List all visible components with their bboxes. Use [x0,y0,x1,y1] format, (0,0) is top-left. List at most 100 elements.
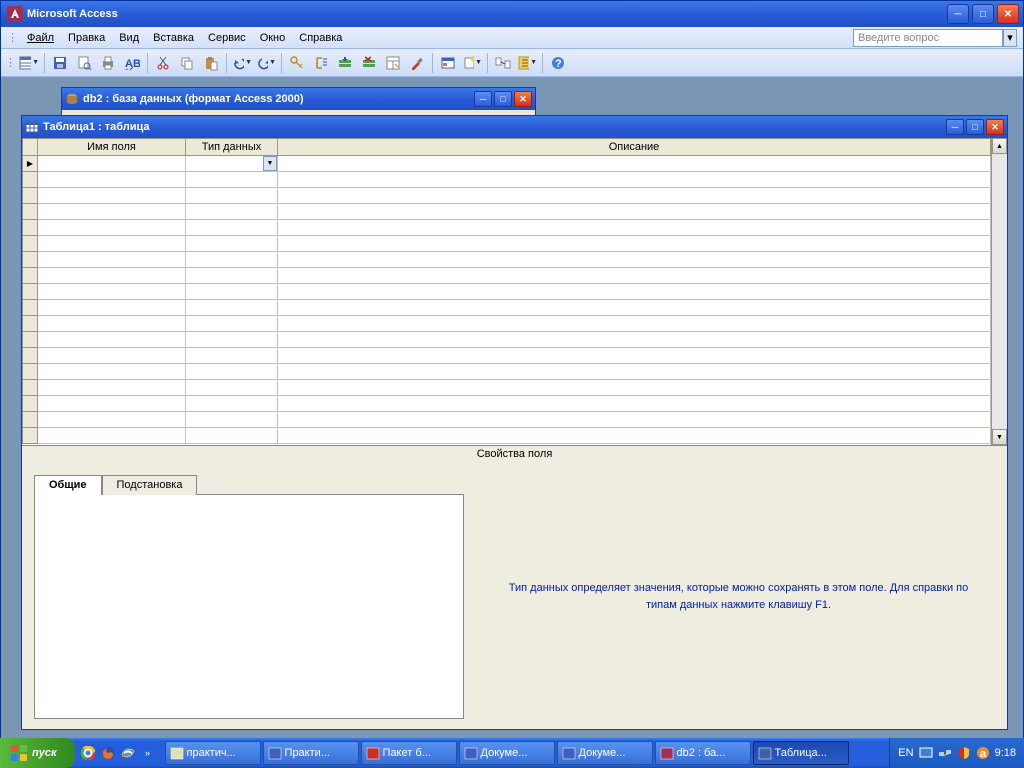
delete-rows-icon[interactable] [358,52,380,74]
cell-data-type[interactable] [186,188,278,204]
menu-file[interactable]: Файл [20,30,61,46]
row-selector[interactable] [22,188,38,204]
row-selector[interactable] [22,428,38,444]
col-header-description[interactable]: Описание [278,138,991,156]
print-icon[interactable] [97,52,119,74]
cell-field-name[interactable] [38,188,186,204]
grid-row[interactable] [22,252,991,268]
database-window-icon[interactable] [437,52,459,74]
grid-row[interactable] [22,172,991,188]
row-selector[interactable] [22,220,38,236]
menu-edit[interactable]: Правка [61,30,112,46]
cell-data-type[interactable] [186,300,278,316]
col-header-data-type[interactable]: Тип данных [186,138,278,156]
cell-field-name[interactable] [38,380,186,396]
grid-row[interactable] [22,364,991,380]
indexes-icon[interactable] [310,52,332,74]
ql-chrome-icon[interactable] [79,742,97,764]
db-minimize-button[interactable]: ─ [474,91,492,107]
autoform-icon[interactable]: ▼ [516,52,538,74]
cell-description[interactable] [278,300,991,316]
cell-description[interactable] [278,236,991,252]
taskbar-task[interactable]: Докуме... [557,741,653,765]
cell-field-name[interactable] [38,284,186,300]
grid-row[interactable] [22,188,991,204]
scroll-up-icon[interactable]: ▲ [992,138,1007,154]
row-selector[interactable] [22,252,38,268]
cell-description[interactable] [278,268,991,284]
table-maximize-button[interactable]: □ [966,119,984,135]
grid-row[interactable]: ▼ [22,156,991,172]
scroll-down-icon[interactable]: ▼ [992,429,1007,445]
cell-data-type[interactable] [186,428,278,444]
build-icon[interactable] [406,52,428,74]
grid-row[interactable] [22,316,991,332]
cell-field-name[interactable] [38,172,186,188]
save-icon[interactable] [49,52,71,74]
tray-shield-icon[interactable] [957,746,971,760]
cell-data-type[interactable] [186,332,278,348]
relationships-icon[interactable] [492,52,514,74]
grid-row[interactable] [22,236,991,252]
row-selector[interactable] [22,156,38,172]
cell-description[interactable] [278,284,991,300]
print-preview-icon[interactable] [73,52,95,74]
row-selector[interactable] [22,396,38,412]
cell-description[interactable] [278,364,991,380]
insert-rows-icon[interactable] [334,52,356,74]
tray-show-desktop-icon[interactable] [919,746,933,760]
cell-field-name[interactable] [38,236,186,252]
cell-description[interactable] [278,348,991,364]
menu-help[interactable]: Справка [292,30,349,46]
tray-antivirus-icon[interactable]: a [976,746,990,760]
undo-icon[interactable]: ▼ [231,52,253,74]
view-button[interactable]: ▼ [18,52,40,74]
start-button[interactable]: пуск [0,738,75,768]
row-selector[interactable] [22,204,38,220]
table-minimize-button[interactable]: ─ [946,119,964,135]
cell-data-type[interactable] [186,220,278,236]
tab-general[interactable]: Общие [34,475,102,495]
cell-description[interactable] [278,380,991,396]
cell-field-name[interactable] [38,316,186,332]
cell-description[interactable] [278,188,991,204]
row-selector[interactable] [22,380,38,396]
cell-field-name[interactable] [38,348,186,364]
cut-icon[interactable] [152,52,174,74]
help-icon[interactable]: ? [547,52,569,74]
cell-data-type[interactable] [186,236,278,252]
vertical-scrollbar[interactable]: ▲ ▼ [991,138,1007,445]
cell-description[interactable] [278,172,991,188]
row-selector[interactable] [22,300,38,316]
grid-row[interactable] [22,204,991,220]
cell-description[interactable] [278,412,991,428]
cell-field-name[interactable] [38,364,186,380]
cell-description[interactable] [278,332,991,348]
properties-icon[interactable] [382,52,404,74]
taskbar-task[interactable]: Пакет б... [361,741,457,765]
cell-description[interactable] [278,220,991,236]
tray-network-icon[interactable] [938,746,952,760]
cell-data-type[interactable] [186,284,278,300]
properties-panel[interactable] [34,494,464,719]
row-selector[interactable] [22,236,38,252]
new-object-icon[interactable]: ▼ [461,52,483,74]
cell-field-name[interactable] [38,396,186,412]
db-maximize-button[interactable]: □ [494,91,512,107]
taskbar-task[interactable]: Таблица... [753,741,849,765]
cell-description[interactable] [278,396,991,412]
cell-data-type[interactable] [186,268,278,284]
clock[interactable]: 9:18 [995,747,1016,759]
row-selector[interactable] [22,284,38,300]
cell-data-type[interactable] [186,204,278,220]
data-type-dropdown-icon[interactable]: ▼ [263,156,277,171]
grid-row[interactable] [22,220,991,236]
cell-description[interactable] [278,316,991,332]
grid-row[interactable] [22,332,991,348]
row-selector[interactable] [22,316,38,332]
copy-icon[interactable] [176,52,198,74]
db-window[interactable]: db2 : база данных (формат Access 2000) ─… [61,87,536,117]
cell-data-type[interactable] [186,380,278,396]
cell-description[interactable] [278,156,991,172]
row-selector[interactable] [22,268,38,284]
